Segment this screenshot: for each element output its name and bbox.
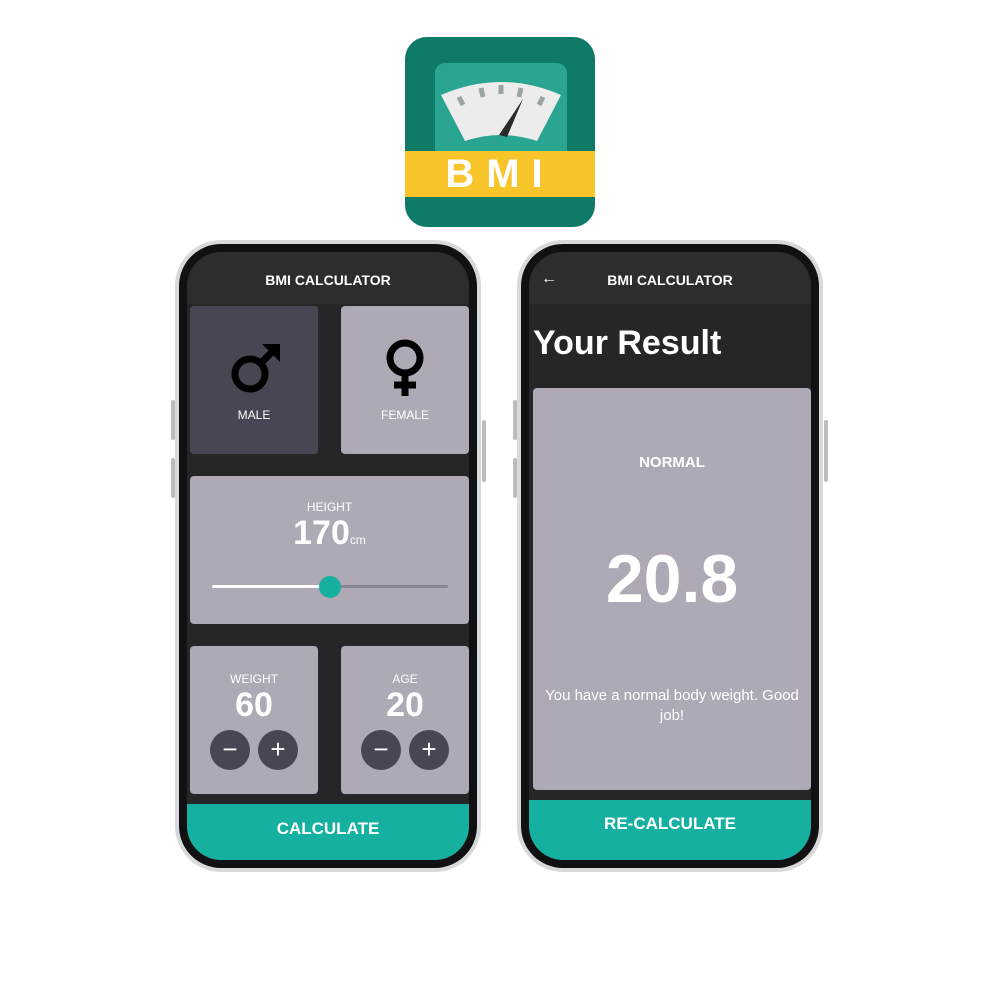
slider-active-track [212,585,330,588]
result-message: You have a normal body weight. Good job! [545,687,799,724]
height-label: HEIGHT [306,500,353,514]
recalculate-button[interactable]: RE-CALCULATE [529,800,811,860]
calculator-screen: BMI CALCULATOR MALE FEMALE HEIGHT 170cm … [187,252,469,860]
age-card: AGE 20 − + [341,646,469,794]
weight-value: 60 [235,686,273,724]
result-category: NORMAL [639,454,705,471]
appbar-title: BMI CALCULATOR [607,272,733,288]
slider-thumb[interactable] [319,576,341,598]
male-card[interactable]: MALE [190,306,318,454]
male-symbol-icon [231,344,280,393]
weight-minus-button[interactable]: − [210,730,250,770]
icon-band-label: BMI [445,152,555,196]
calculate-button[interactable]: CALCULATE [187,804,469,860]
appbar: ← BMI CALCULATOR [529,252,811,304]
height-card: HEIGHT 170cm [190,476,469,624]
appbar-title: BMI CALCULATOR [265,272,391,288]
height-unit: cm [349,533,366,547]
result-screen: ← BMI CALCULATOR Your Result NORMAL 20.8… [529,252,811,860]
result-heading: Your Result [533,324,722,362]
age-value: 20 [386,686,424,724]
male-label: MALE [237,408,271,422]
female-label: FEMALE [380,408,429,422]
age-minus-button[interactable]: − [361,730,401,770]
height-value: 170 [293,514,350,552]
weight-card: WEIGHT 60 − + [190,646,318,794]
scale-gauge-icon [441,82,561,141]
appbar: BMI CALCULATOR [187,252,469,304]
phone-calculator: BMI CALCULATOR MALE FEMALE HEIGHT 170cm … [175,240,481,872]
age-plus-button[interactable]: + [409,730,449,770]
female-symbol-icon [386,339,424,396]
age-label: AGE [392,672,418,686]
female-card[interactable]: FEMALE [341,306,469,454]
back-arrow-icon[interactable]: ← [541,252,557,306]
bmi-value: 20.8 [605,541,739,617]
result-card: NORMAL 20.8 You have a normal body weigh… [533,388,811,790]
app-icon: BMI [405,37,595,227]
weight-label: WEIGHT [230,672,278,686]
height-slider[interactable] [212,576,448,598]
phone-result: ← BMI CALCULATOR Your Result NORMAL 20.8… [517,240,823,872]
weight-plus-button[interactable]: + [258,730,298,770]
